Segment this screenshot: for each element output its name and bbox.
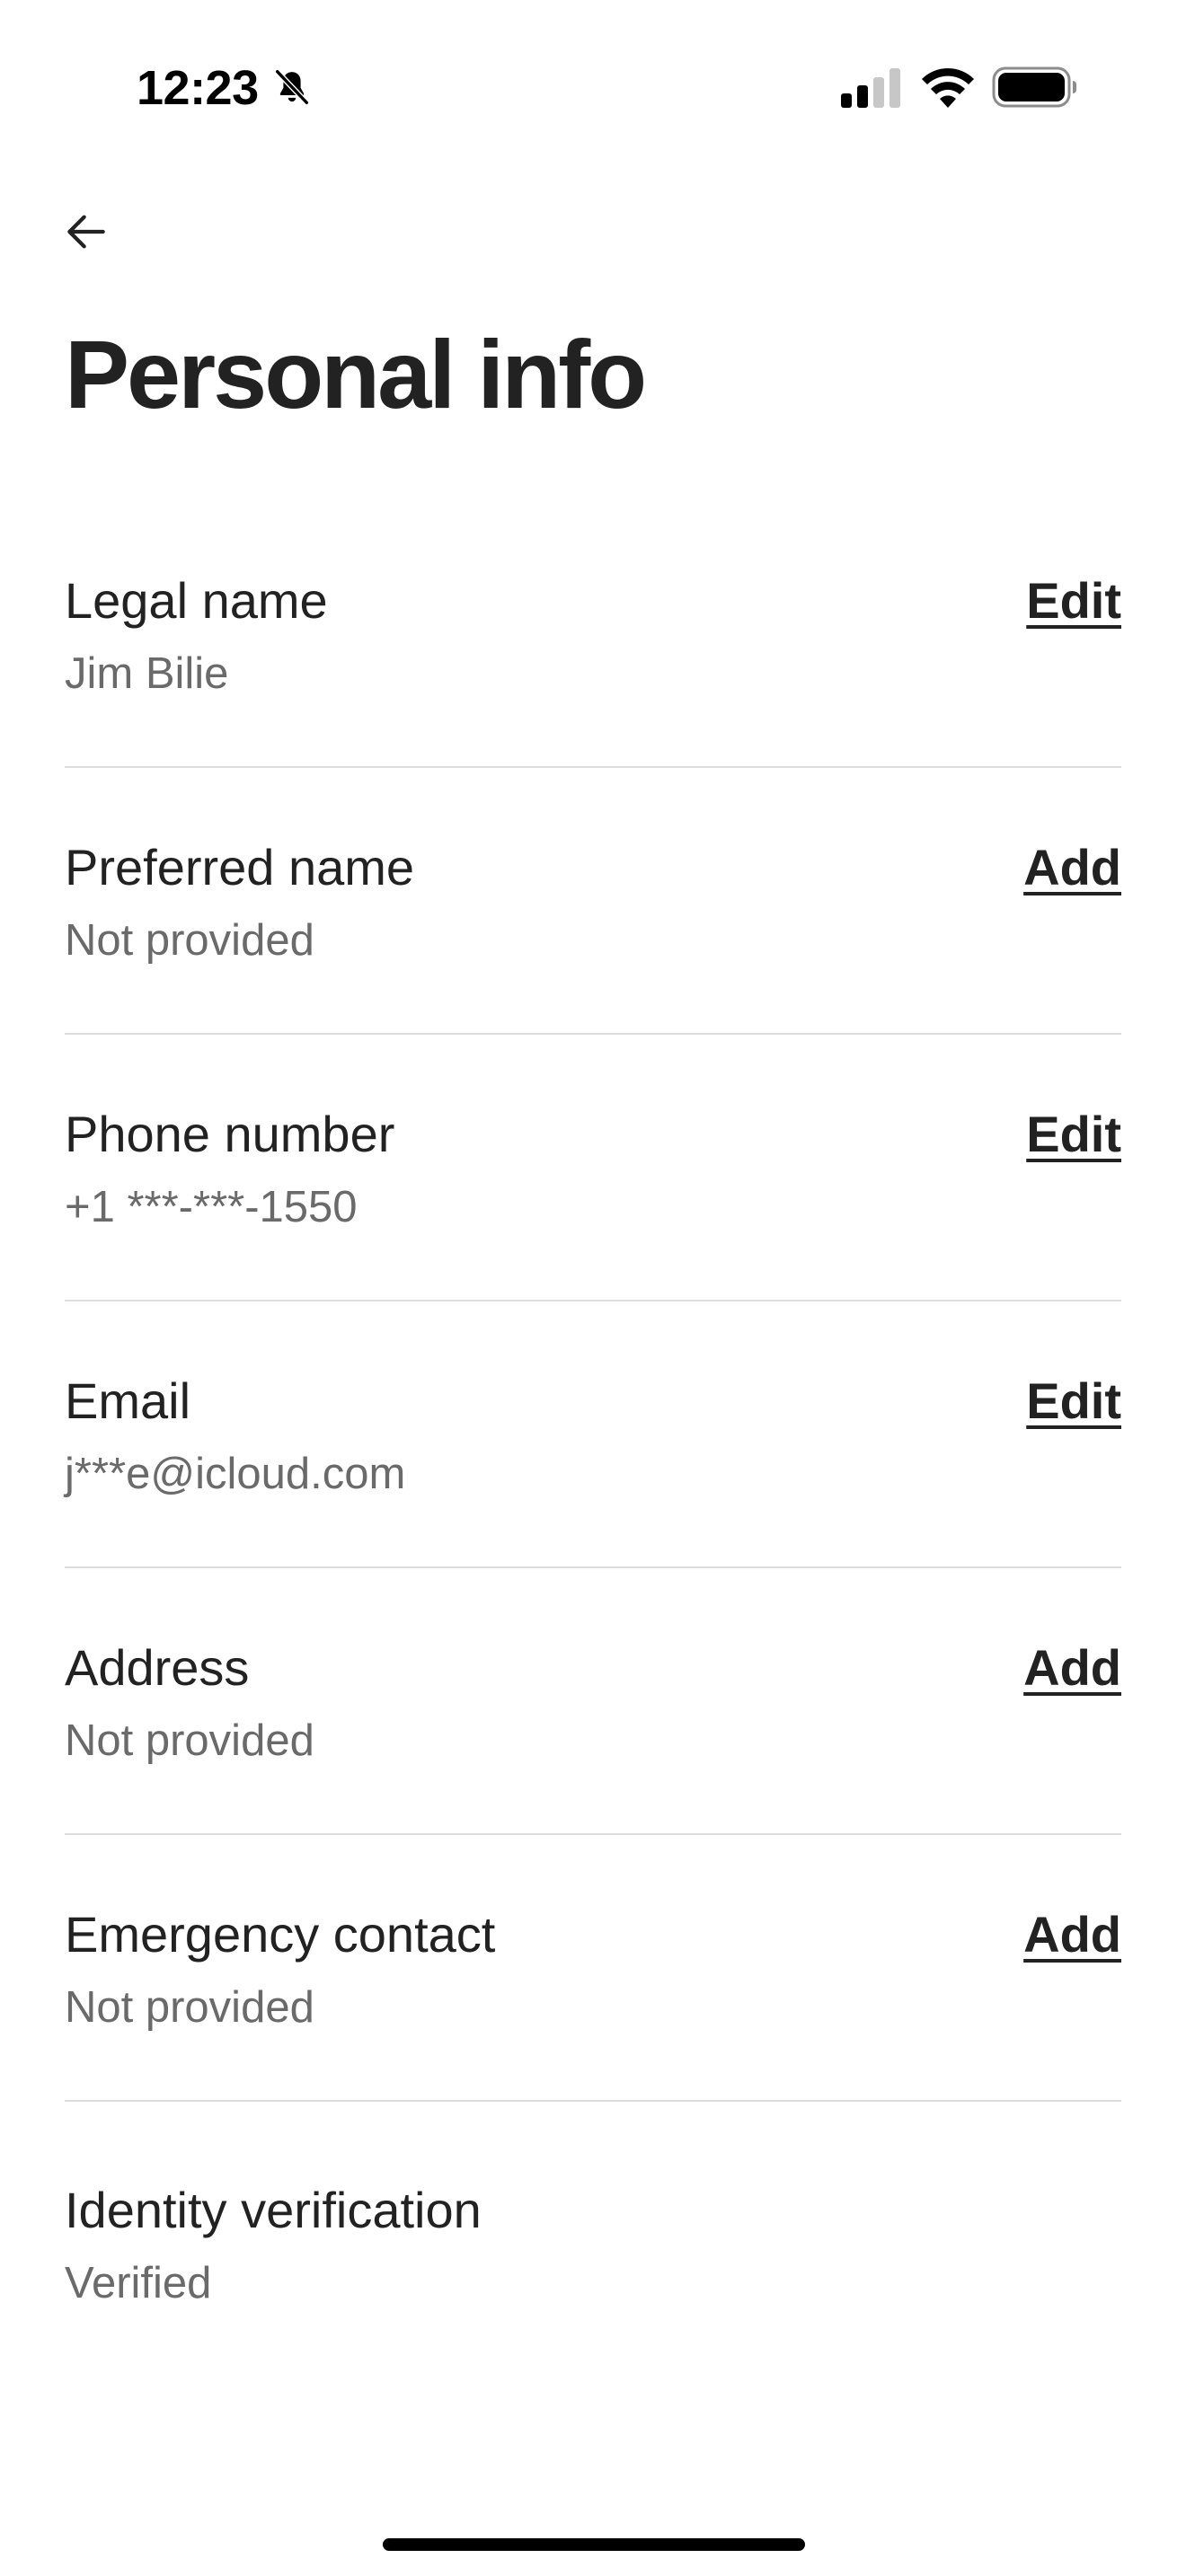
row-value: Not provided — [65, 1716, 314, 1765]
row-label: Legal name — [65, 572, 328, 629]
edit-email-button[interactable]: Edit — [1026, 1370, 1121, 1433]
row-value: Not provided — [65, 916, 314, 965]
arrow-left-icon — [67, 215, 105, 249]
legal-name-row: Legal name Jim Bilie Edit — [65, 501, 1121, 768]
wifi-icon — [922, 67, 974, 108]
row-value: j***e@icloud.com — [65, 1450, 406, 1498]
battery-icon — [992, 66, 1076, 108]
edit-phone-number-button[interactable]: Edit — [1026, 1103, 1121, 1166]
phone-number-row: Phone number +1 ***-***-1550 Edit — [65, 1035, 1121, 1301]
add-address-button[interactable]: Add — [1023, 1636, 1121, 1699]
bell-slash-icon — [274, 68, 310, 106]
cellular-signal-icon — [841, 68, 900, 108]
address-row: Address Not provided Add — [65, 1568, 1121, 1835]
page-title: Personal info — [65, 320, 647, 428]
home-indicator[interactable] — [383, 2538, 805, 2551]
email-row: Email j***e@icloud.com Edit — [65, 1301, 1121, 1568]
row-value: +1 ***-***-1550 — [65, 1183, 358, 1231]
row-label: Emergency contact — [65, 1906, 496, 1963]
row-value: Verified — [65, 2259, 212, 2307]
add-emergency-contact-button[interactable]: Add — [1023, 1903, 1121, 1966]
edit-legal-name-button[interactable]: Edit — [1026, 569, 1121, 632]
status-time: 12:23 — [137, 61, 259, 115]
emergency-contact-row: Emergency contact Not provided Add — [65, 1835, 1121, 2102]
row-label: Phone number — [65, 1106, 395, 1162]
row-value: Not provided — [65, 1983, 314, 2032]
status-bar: 12:23 — [0, 0, 1186, 171]
personal-info-list: Legal name Jim Bilie Edit Preferred name… — [65, 501, 1121, 2369]
row-label: Address — [65, 1639, 250, 1696]
row-label: Preferred name — [65, 839, 415, 895]
identity-verification-row: Identity verification Verified — [65, 2102, 1121, 2369]
add-preferred-name-button[interactable]: Add — [1023, 836, 1121, 899]
row-label: Identity verification — [65, 2182, 482, 2238]
back-button[interactable] — [54, 199, 119, 264]
row-value: Jim Bilie — [65, 649, 229, 698]
preferred-name-row: Preferred name Not provided Add — [65, 768, 1121, 1035]
row-label: Email — [65, 1372, 191, 1429]
